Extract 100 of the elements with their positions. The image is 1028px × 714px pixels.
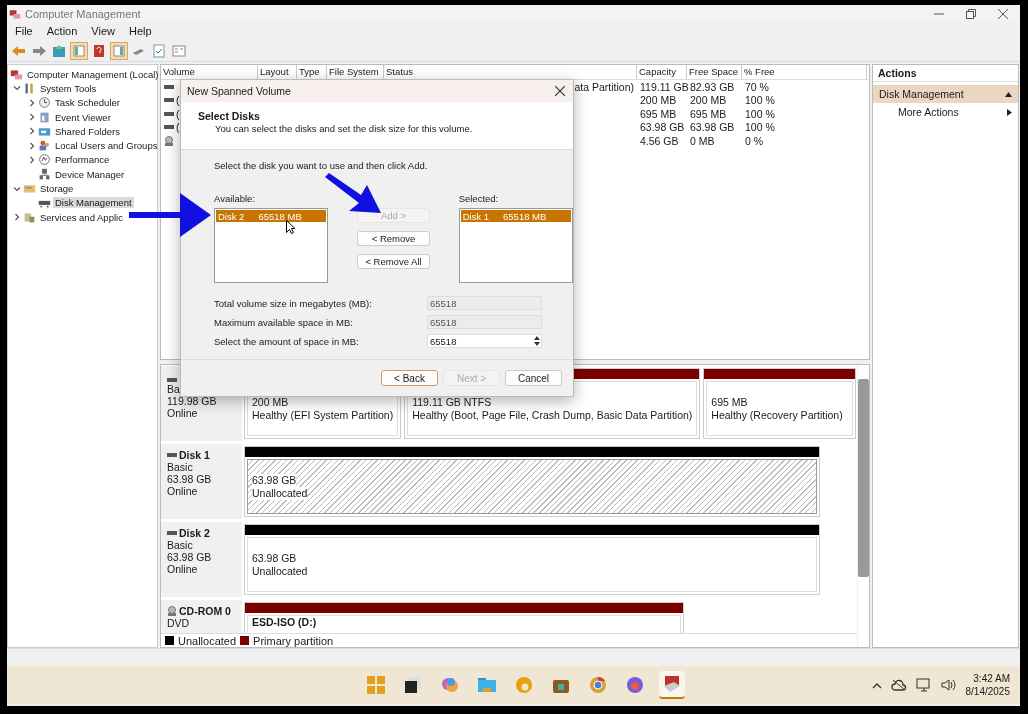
chevron-right-icon[interactable] [28, 127, 36, 136]
wizard-button[interactable]: < Back [381, 370, 438, 386]
move-button[interactable]: < Remove All [357, 254, 430, 269]
table-cell: 695 MB [690, 107, 727, 120]
chevron-right-icon[interactable] [28, 155, 36, 164]
volume-icon[interactable] [940, 678, 957, 692]
checklist-icon[interactable] [151, 42, 167, 59]
clock-date[interactable]: 8/14/2025 [965, 685, 1010, 698]
collapse-triangle-icon[interactable] [1005, 91, 1012, 97]
chevron-right-icon[interactable] [28, 141, 36, 150]
drive-icon [167, 452, 177, 458]
table-cell: 100 % [745, 107, 775, 120]
cd-drive-icon [164, 135, 174, 146]
column-header[interactable]: Capacity [637, 65, 687, 79]
tree-item[interactable]: System Tools [38, 82, 99, 94]
clock-time[interactable]: 3:42 AM [973, 672, 1010, 685]
chevron-right-icon[interactable] [28, 98, 36, 107]
disk-name: Disk 2 [218, 210, 245, 222]
tree-item[interactable]: Computer Management (Local) [25, 68, 161, 80]
disk-partition[interactable]: ESD-ISO (D:) [244, 602, 684, 633]
disk-status: Online [167, 485, 199, 497]
table-cell: ata Partition) [574, 80, 634, 93]
table-cell: 119.11 GB [640, 80, 689, 93]
tree-item[interactable]: Task Scheduler [53, 97, 122, 109]
clock-icon [38, 96, 51, 110]
chevron-right-icon[interactable] [28, 113, 36, 122]
chrome-icon [588, 675, 608, 695]
up-folder-icon[interactable] [51, 42, 67, 59]
cd-drive-icon [167, 606, 177, 616]
actions-section[interactable]: Disk Management [873, 85, 1018, 103]
computer-icon [10, 67, 23, 81]
chevron-down-icon[interactable] [13, 84, 21, 93]
disk-size: 65518 MB [503, 210, 547, 222]
action-pane-icon[interactable] [111, 42, 127, 59]
tree-item[interactable]: Shared Folders [53, 125, 122, 137]
disk-type: Basic [167, 461, 194, 473]
tree-panel-icon[interactable] [71, 42, 87, 59]
move-button[interactable]: < Remove [357, 231, 430, 246]
readonly-field[interactable]: 65518 [427, 315, 542, 329]
mouse-cursor-icon [286, 220, 295, 234]
tree-item[interactable]: Storage [38, 183, 76, 194]
table-cell: ( [176, 107, 180, 120]
tree-item[interactable]: Event Viewer [53, 111, 113, 123]
menu-item[interactable]: File [15, 25, 33, 37]
spinner-arrows-icon[interactable] [533, 335, 541, 347]
cloud-icon[interactable] [890, 679, 907, 691]
action-item[interactable]: More Actions [873, 103, 1018, 121]
wizard-button[interactable]: Cancel [505, 370, 562, 386]
edge-icon [514, 675, 534, 695]
tree-item[interactable]: Performance [53, 154, 112, 166]
table-cell: 0 MB [690, 134, 715, 147]
table-cell: ( [176, 94, 180, 107]
table-cell: 63.98 GB [640, 121, 685, 134]
disk-partition[interactable]: 63.98 GB Unallocated [244, 524, 820, 595]
restore-icon[interactable] [966, 8, 976, 19]
caret-up-icon[interactable] [871, 681, 882, 689]
table-cell: 70 % [745, 80, 769, 93]
partition-status: Unallocated [252, 565, 308, 578]
disk-partition[interactable]: 695 MB Healthy (Recovery Partition) [703, 368, 856, 439]
readonly-field[interactable]: 65518 [427, 296, 542, 310]
drive-icon [167, 530, 177, 536]
disk-name: CD-ROM 0 [179, 605, 231, 617]
list-item[interactable]: Disk 1 65518 MB [460, 210, 571, 222]
copilot-icon [440, 675, 460, 695]
log-icon [38, 110, 51, 124]
chevron-right-icon[interactable] [13, 213, 21, 222]
dialog-heading: Select Disks [198, 110, 261, 122]
network-icon[interactable] [915, 678, 932, 692]
table-cell: 200 MB [640, 94, 677, 107]
list-label: Selected: [458, 193, 500, 204]
drive-icon [167, 377, 177, 383]
column-header[interactable]: % Free [742, 65, 867, 79]
firefox-icon [625, 675, 645, 695]
disk-name: Disk 2 [179, 527, 210, 539]
tree-item[interactable]: Services and Applic [38, 211, 125, 223]
tree-item[interactable]: Device Manager [53, 168, 127, 180]
scrollbar-thumb[interactable] [858, 379, 869, 577]
help-icon[interactable] [91, 42, 107, 59]
partition-size: 63.98 GB [252, 552, 297, 565]
table-cell: 100 % [745, 121, 775, 134]
spinner-field[interactable]: 65518 [427, 334, 542, 348]
menu-item[interactable]: Help [128, 25, 152, 37]
tree-item[interactable]: Disk Management [53, 197, 134, 209]
close-icon[interactable] [555, 86, 565, 96]
column-header[interactable]: Free Space [687, 65, 742, 79]
disk-status: Online [167, 563, 199, 575]
start-icon [366, 675, 386, 695]
dialog-subheading: You can select the disks and set the disk size for this volume. [214, 123, 474, 134]
partition-size: 63.98 GB [252, 474, 297, 487]
chevron-down-icon[interactable] [13, 184, 21, 193]
partition-status: Healthy (Recovery Partition) [711, 409, 843, 422]
disk-partition[interactable]: 63.98 GB Unallocated [244, 446, 820, 517]
tree-item[interactable]: Local Users and Groups [53, 140, 160, 152]
partition-status: Healthy (Boot, Page File, Crash Dump, Basic Data Partition) [412, 409, 693, 422]
disk-type: Basic [167, 539, 194, 551]
table-cell: 82.93 GB [690, 80, 735, 93]
menu-item[interactable]: Action [46, 25, 78, 37]
list-item[interactable]: Disk 2 65518 MB [216, 210, 327, 222]
close-icon[interactable] [998, 8, 1008, 19]
menu-item[interactable]: View [91, 25, 115, 37]
